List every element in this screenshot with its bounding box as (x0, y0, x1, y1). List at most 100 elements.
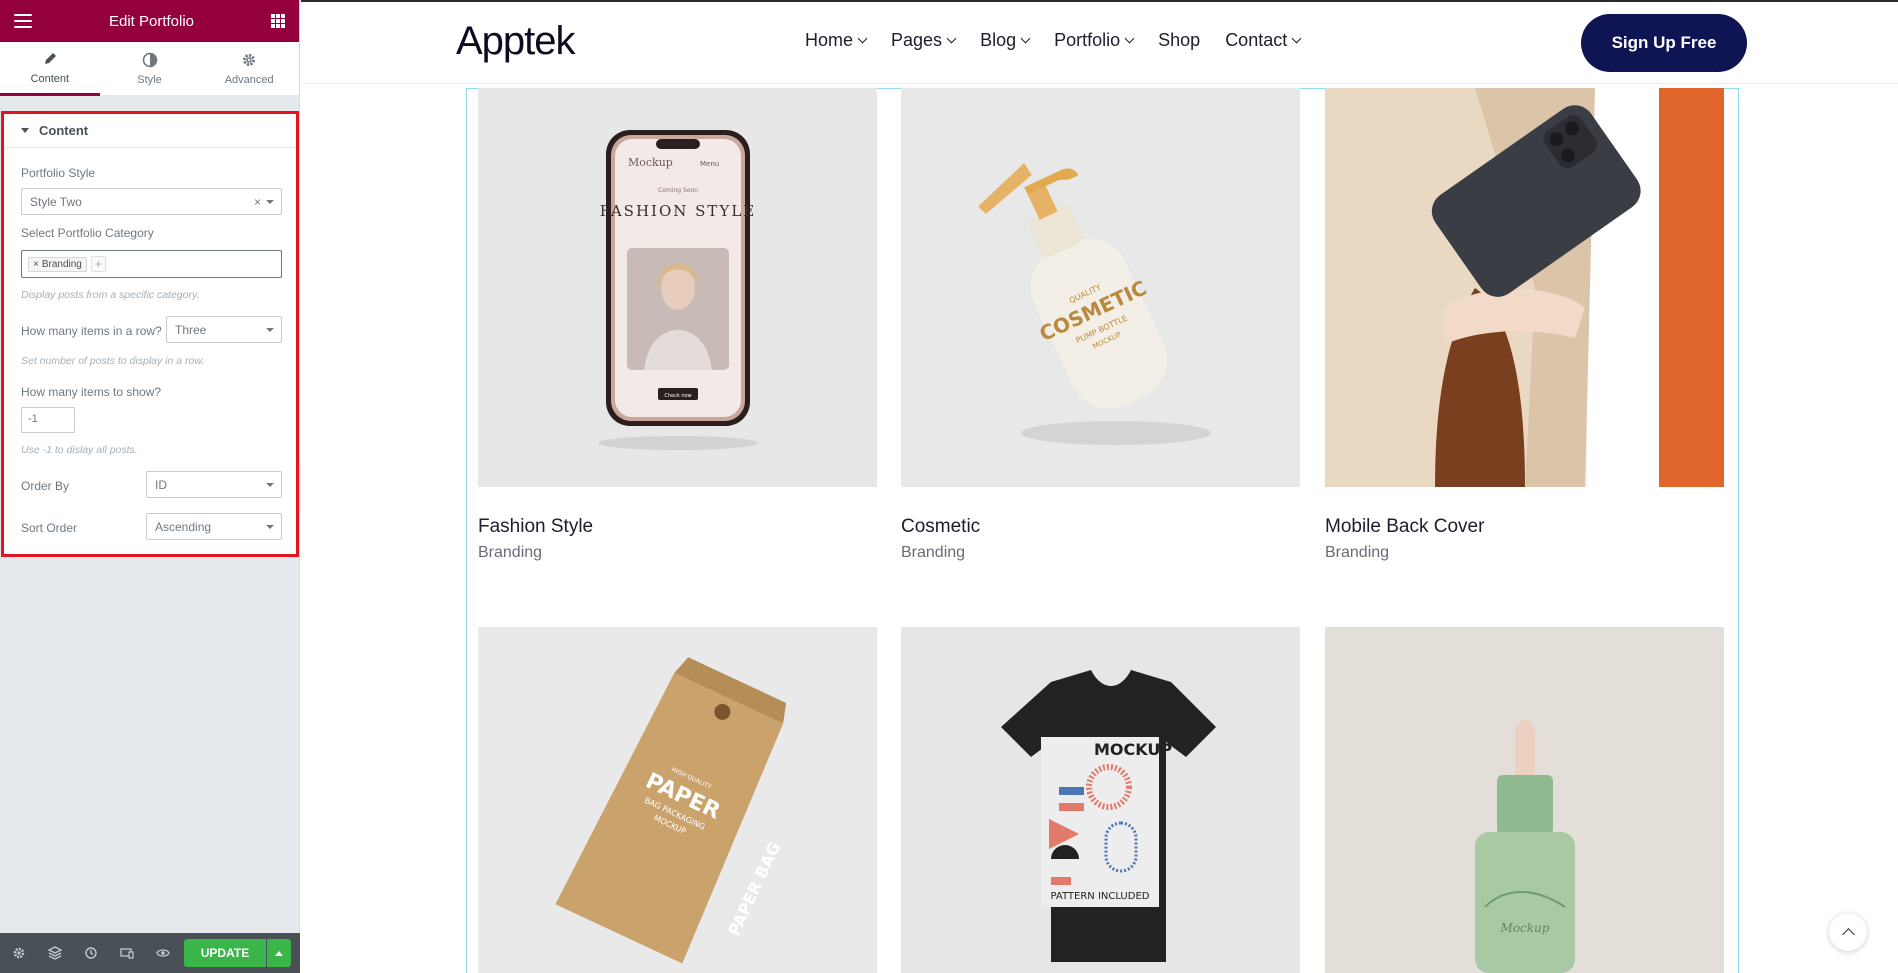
dropdown-arrow-icon (266, 328, 274, 332)
nav-pages-label: Pages (891, 30, 943, 50)
hamburger-menu-icon[interactable] (14, 14, 32, 28)
nav-contact[interactable]: Contact (1225, 30, 1302, 51)
dropper-label-text: Mockup (1500, 921, 1550, 935)
add-tag-icon[interactable]: + (90, 256, 106, 272)
chevron-up-icon (1841, 927, 1855, 941)
phone-headline-text: FASHION STYLE (600, 202, 757, 220)
portfolio-image-mobile-cover[interactable] (1325, 88, 1724, 487)
content-section-header[interactable]: Content (4, 114, 296, 148)
tshirt-title-text: MOCKUP (1094, 740, 1172, 759)
phone-button-text: Check now (664, 393, 691, 399)
category-tag-label: Branding (41, 258, 82, 270)
panel-tabs: Content Style Advanced (0, 42, 300, 96)
navigator-layers-icon[interactable] (46, 944, 64, 962)
sign-up-button[interactable]: Sign Up Free (1581, 14, 1747, 72)
contrast-icon (142, 52, 157, 67)
chevron-down-icon (946, 33, 957, 44)
panel-title: Edit Portfolio (108, 12, 195, 30)
category-tag-input[interactable]: × Branding + (21, 250, 282, 278)
tshirt-illustration: MOCKUP PATTERN INCLUDED (1001, 670, 1216, 962)
chevron-down-icon (857, 33, 868, 44)
portfolio-image-tshirt[interactable]: MOCKUP PATTERN INCLUDED (901, 627, 1300, 973)
portfolio-title-fashion[interactable]: Fashion Style (478, 516, 593, 538)
save-options-button[interactable] (267, 939, 291, 967)
category-help: Display posts from a specific category. (21, 289, 200, 301)
dropdown-arrow-icon (266, 483, 274, 487)
phone-mockup-illustration: Mockup Menu Coming Soon FASHION STYLE Ch… (598, 130, 758, 450)
portfolio-style-label: Portfolio Style (21, 166, 96, 180)
items-row-label: How many items in a row? (21, 324, 162, 338)
tab-style-label: Style (137, 73, 162, 86)
mobile-cover-illustration (1325, 88, 1724, 487)
portfolio-title-cosmetic[interactable]: Cosmetic (901, 516, 980, 538)
paper-bag-illustration: HIGH QUALITY PAPER BAG PACKAGING MOCKUP … (555, 657, 787, 964)
chevron-down-icon (1124, 33, 1135, 44)
nav-pages[interactable]: Pages (891, 30, 957, 51)
nav-shop-label: Shop (1158, 30, 1201, 50)
section-title: Content (39, 123, 89, 138)
sort-order-select[interactable]: Ascending (146, 513, 282, 540)
main-navigation: Home Pages Blog Portfolio Shop Contact (805, 30, 1302, 51)
phone-brand-text: Mockup (628, 156, 673, 169)
category-tag: × Branding (28, 256, 87, 272)
portfolio-style-select[interactable]: Style Two × (21, 188, 282, 215)
sort-order-label: Sort Order (21, 521, 78, 535)
back-to-top-button[interactable] (1829, 913, 1867, 951)
portfolio-image-fashion[interactable]: Mockup Menu Coming Soon FASHION STYLE Ch… (478, 88, 877, 487)
tab-advanced[interactable]: Advanced (199, 42, 300, 96)
chevron-down-icon (1020, 33, 1031, 44)
panel-header: Edit Portfolio (0, 0, 299, 42)
portfolio-category-mobile-cover[interactable]: Branding (1325, 544, 1389, 562)
items-row-select[interactable]: Three (166, 316, 282, 343)
portfolio-category-fashion[interactable]: Branding (478, 544, 542, 562)
nav-blog[interactable]: Blog (980, 30, 1031, 51)
pencil-icon (44, 52, 56, 64)
tab-advanced-label: Advanced (224, 73, 274, 86)
bag-side-text: PAPER BAG (724, 839, 784, 938)
portfolio-image-paper-bag[interactable]: HIGH QUALITY PAPER BAG PACKAGING MOCKUP … (478, 627, 877, 973)
tag-remove-icon[interactable]: × (33, 259, 39, 270)
tab-style[interactable]: Style (99, 42, 200, 96)
tab-content[interactable]: Content (0, 42, 100, 96)
portfolio-image-cosmetic[interactable]: QUALITY COSMETIC PUMP BOTTLE MOCKUP (901, 88, 1300, 487)
tshirt-sub-text: PATTERN INCLUDED (1051, 891, 1150, 902)
order-by-select[interactable]: ID (146, 471, 282, 498)
portfolio-image-dropper[interactable]: Mockup (1325, 627, 1724, 973)
site-header: Apptek Home Pages Blog Portfolio Shop Co… (301, 2, 1898, 84)
history-icon[interactable] (82, 944, 100, 962)
editor-panel: Edit Portfolio Content Style Advanced Co… (0, 0, 300, 973)
settings-icon[interactable] (10, 944, 28, 962)
gear-icon (243, 53, 256, 66)
tab-content-label: Content (30, 72, 70, 85)
site-logo[interactable]: Apptek (456, 19, 576, 64)
items-row-help: Set number of posts to display in a row. (21, 355, 205, 367)
nav-portfolio[interactable]: Portfolio (1054, 30, 1135, 51)
items-show-label: How many items to show? (21, 385, 162, 399)
widgets-grid-icon[interactable] (270, 14, 285, 28)
caret-down-icon (21, 128, 29, 133)
portfolio-category-cosmetic[interactable]: Branding (901, 544, 965, 562)
nav-contact-label: Contact (1225, 30, 1288, 50)
update-button[interactable]: UPDATE (184, 939, 266, 967)
items-row-value: Three (175, 322, 207, 337)
order-by-label: Order By (21, 479, 70, 493)
preview-eye-icon[interactable] (154, 944, 172, 962)
nav-home[interactable]: Home (805, 30, 868, 51)
panel-footer: UPDATE (0, 933, 300, 973)
items-show-help: Use -1 to dislay all posts. (21, 444, 138, 456)
dropper-bottle-illustration: Mockup (1475, 720, 1575, 973)
items-show-input[interactable]: -1 (21, 407, 75, 433)
phone-menu-text: Menu (700, 160, 719, 168)
dropdown-arrow-icon (266, 525, 274, 529)
clear-icon[interactable]: × (254, 195, 261, 209)
nav-blog-label: Blog (980, 30, 1017, 50)
nav-shop[interactable]: Shop (1158, 30, 1200, 51)
portfolio-title-mobile-cover[interactable]: Mobile Back Cover (1325, 516, 1484, 538)
nav-home-label: Home (805, 30, 854, 50)
responsive-mode-icon[interactable] (118, 944, 136, 962)
caret-up-icon (275, 950, 283, 956)
order-by-value: ID (155, 477, 167, 492)
chevron-down-icon (1291, 33, 1302, 44)
dropdown-arrow-icon (266, 200, 274, 204)
portfolio-style-value: Style Two (30, 194, 82, 209)
